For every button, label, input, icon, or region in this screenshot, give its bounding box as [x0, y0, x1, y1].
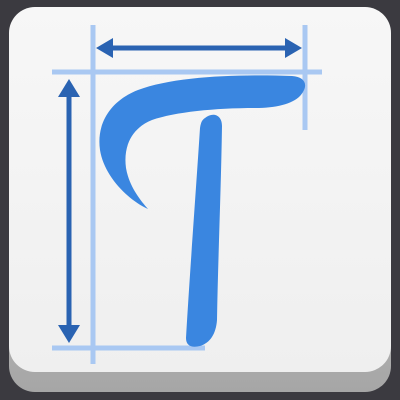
font-ruler-app-icon[interactable] — [0, 0, 400, 400]
app-icon-canvas — [0, 0, 400, 400]
